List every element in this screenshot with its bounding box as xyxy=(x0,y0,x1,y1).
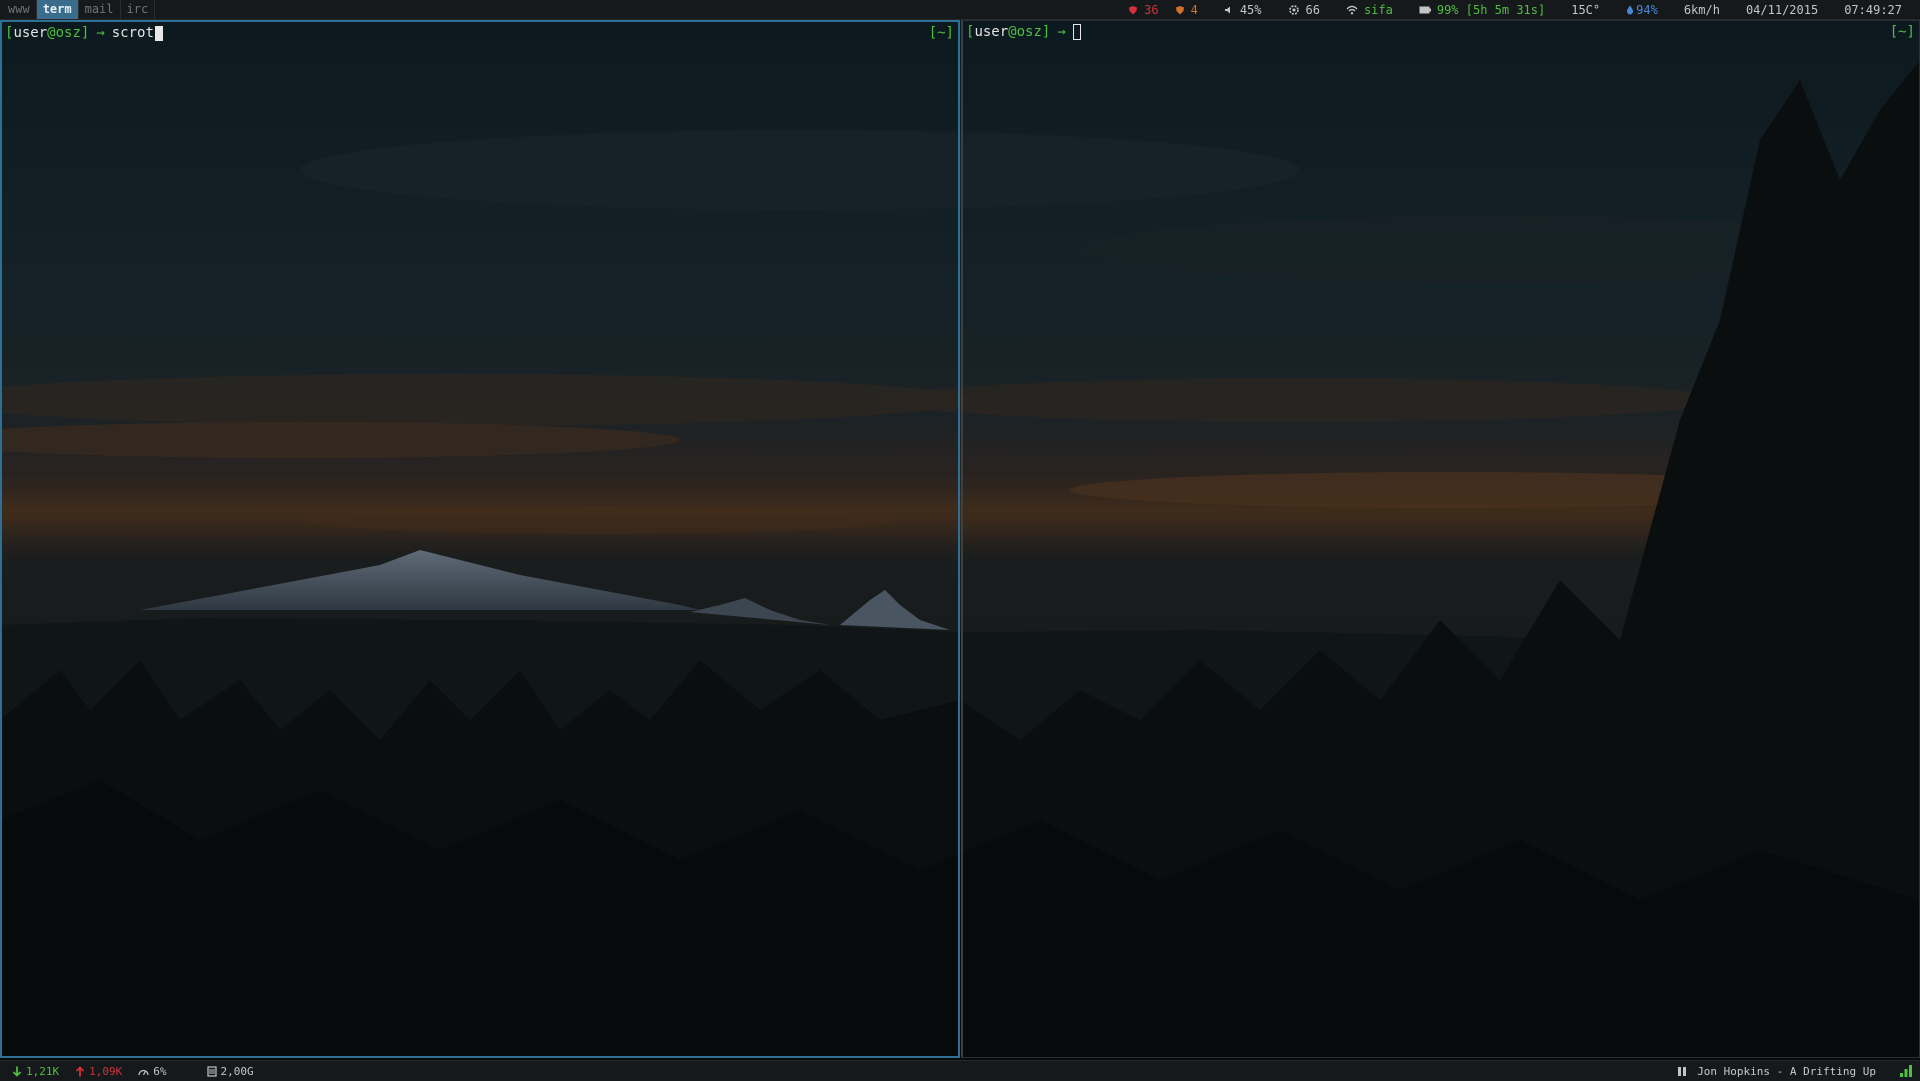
status-area: 36 4 45% 66 sifa 99% [5h 5m 31s] 15C° 94… xyxy=(1102,0,1920,19)
wifi-icon xyxy=(1346,5,1358,14)
workspace-term[interactable]: term xyxy=(36,0,79,19)
updates-arch-indicator: 36 xyxy=(1128,2,1159,17)
net-down-indicator: 1,21K xyxy=(12,1065,59,1078)
clock-indicator[interactable]: 07:49:27 xyxy=(1844,3,1902,17)
disk-indicator: 2,00G xyxy=(206,1064,254,1078)
disk-icon xyxy=(206,1065,217,1077)
workspace-irc[interactable]: irc xyxy=(121,0,156,19)
updates-arch-count: 36 xyxy=(1144,2,1159,17)
volume-indicator[interactable]: 45% xyxy=(1224,3,1262,17)
shield-heart-icon xyxy=(1129,5,1138,14)
bottom-status-bar: 1,21K 1,09K 6% 2,00G Jon Hopkins - A Dri… xyxy=(0,1060,1920,1081)
terminal-cursor xyxy=(154,25,163,41)
battery-indicator: 99% [5h 5m 31s] xyxy=(1419,3,1545,17)
wifi-ssid: sifa xyxy=(1363,2,1393,17)
terminal-pane-left[interactable]: [user @osz] → scrot [~] xyxy=(0,20,960,1058)
net-down-value: 1,21K xyxy=(26,1064,60,1078)
wifi-indicator[interactable]: sifa xyxy=(1346,3,1393,17)
wind-value: 6km/h xyxy=(1683,2,1720,17)
terminal-cursor xyxy=(1072,24,1081,40)
drop-icon xyxy=(1627,5,1634,14)
battery-icon xyxy=(1419,6,1431,13)
prompt-user: user xyxy=(13,25,48,41)
workspace-www[interactable]: www xyxy=(2,0,37,19)
disk-value: 2,00G xyxy=(220,1064,254,1078)
prompt-host: @osz xyxy=(1008,24,1042,40)
updates-aur-count: 4 xyxy=(1190,2,1198,17)
humidity-indicator: 94% xyxy=(1626,3,1658,17)
cpu-load-indicator: 66 xyxy=(1288,3,1320,17)
humidity-value: 94% xyxy=(1636,2,1658,17)
signal-bars-icon xyxy=(1900,1065,1912,1077)
net-up-indicator: 1,09K xyxy=(75,1065,122,1078)
cpu-usage-value: 6% xyxy=(153,1064,167,1078)
workspace-switcher: www term mail irc xyxy=(2,0,156,19)
terminal-prompt: [user @osz] → scrot xyxy=(5,24,163,42)
terminal-command[interactable]: scrot xyxy=(112,24,154,42)
prompt-bracket-close: ] xyxy=(80,25,90,41)
terminal-prompt: [user @osz] → xyxy=(966,23,1081,41)
date-indicator[interactable]: 04/11/2015 xyxy=(1746,3,1818,17)
updates-aur-indicator: 4 xyxy=(1175,3,1198,17)
cpu-usage-indicator: 6% xyxy=(138,1064,167,1078)
terminal-cwd: [~] xyxy=(928,25,954,41)
battery-value: 99% [5h 5m 31s] xyxy=(1436,2,1546,17)
temperature-indicator: 15C° xyxy=(1571,3,1600,17)
net-up-value: 1,09K xyxy=(89,1064,123,1078)
pause-icon[interactable] xyxy=(1677,1066,1687,1077)
arrow-up-icon xyxy=(75,1065,85,1076)
media-area: Jon Hopkins - A Drifting Up xyxy=(1677,1065,1920,1078)
gauge-icon xyxy=(138,1069,149,1075)
prompt-bracket-close: ] xyxy=(1041,24,1051,40)
prompt-user: user xyxy=(974,24,1009,40)
wind-indicator: 6km/h xyxy=(1684,3,1720,17)
cpu-load-value: 66 xyxy=(1305,2,1320,17)
terminal-cwd: [~] xyxy=(1889,24,1915,40)
time-value: 07:49:27 xyxy=(1844,2,1902,17)
speaker-icon xyxy=(1224,6,1230,13)
shield-heart-icon xyxy=(1175,5,1184,14)
workspace-mail[interactable]: mail xyxy=(79,0,121,19)
temperature-value: 15C° xyxy=(1571,2,1601,17)
terminal-pane-right[interactable]: [user @osz] → [~] xyxy=(961,20,1920,1058)
volume-value: 45% xyxy=(1239,2,1262,17)
prompt-arrow: → xyxy=(1057,24,1066,40)
prompt-bracket-open: [ xyxy=(5,25,14,41)
now-playing-track[interactable]: Jon Hopkins - A Drifting Up xyxy=(1697,1065,1876,1078)
date-value: 04/11/2015 xyxy=(1745,2,1819,17)
prompt-bracket-open: [ xyxy=(966,24,975,40)
prompt-arrow: → xyxy=(96,25,105,41)
gear-icon xyxy=(1288,4,1299,15)
prompt-host: @osz xyxy=(47,25,81,41)
arrow-down-icon xyxy=(12,1066,22,1077)
top-status-bar: www term mail irc 36 4 45% 66 sifa 99% [… xyxy=(0,0,1920,20)
